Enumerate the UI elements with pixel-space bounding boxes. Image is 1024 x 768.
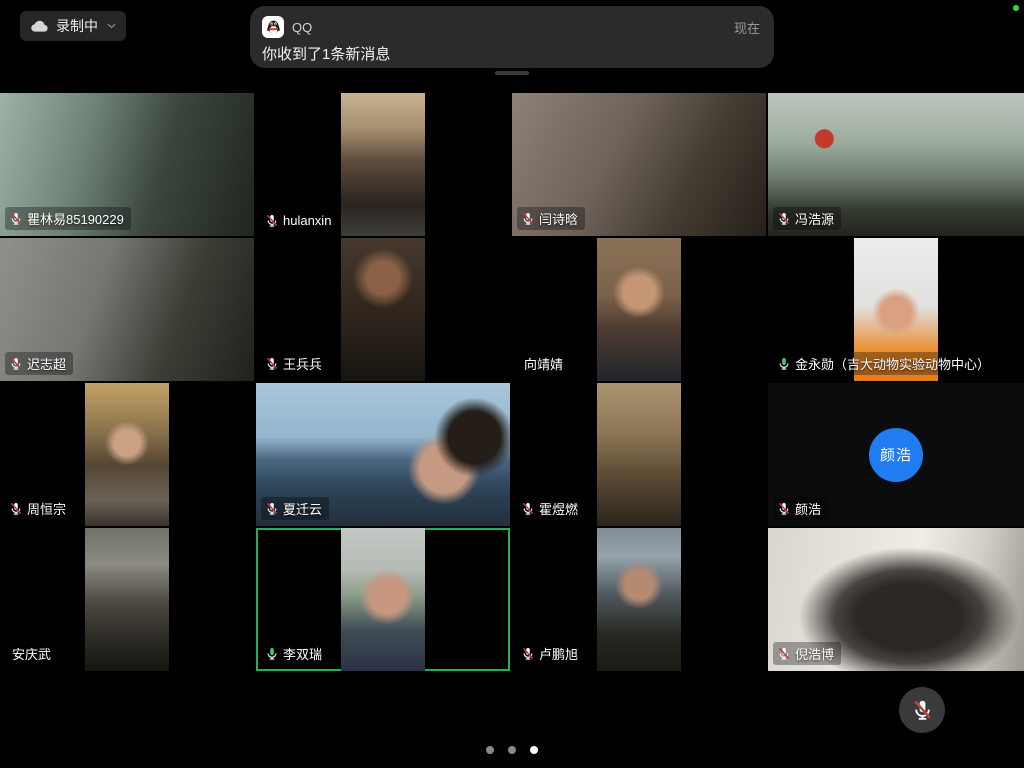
participant-name: 迟志超 (27, 354, 66, 373)
participant-name: 瞿林易85190229 (27, 209, 124, 228)
pagination (0, 741, 1024, 759)
participant-tile[interactable]: 冯浩源 (768, 93, 1024, 236)
mic-muted-icon (777, 647, 791, 661)
mic-muted-icon (521, 647, 535, 661)
participant-label: 颜浩 (773, 497, 828, 520)
participant-label: 夏迁云 (261, 497, 329, 520)
mic-muted-icon (521, 502, 535, 516)
participant-tile[interactable]: 瞿林易85190229 (0, 93, 254, 236)
participant-name: 金永勋（吉大动物实验动物中心） (795, 354, 990, 373)
page-dot[interactable] (508, 746, 516, 754)
qq-notification-banner[interactable]: QQ 现在 你收到了1条新消息 (250, 6, 774, 68)
participant-label: 安庆武 (5, 642, 58, 665)
participant-tile[interactable]: 金永勋（吉大动物实验动物中心） (768, 238, 1024, 381)
participant-tile[interactable]: 倪浩博 (768, 528, 1024, 671)
participant-tile[interactable]: 周恒宗 (0, 383, 254, 526)
participant-name: 卢鹏旭 (539, 644, 578, 663)
participant-tile[interactable]: 夏迁云 (256, 383, 510, 526)
notification-app-name: QQ (292, 20, 726, 35)
notification-time: 现在 (734, 18, 760, 37)
mic-muted-icon (9, 502, 23, 516)
participant-tile[interactable]: 颜浩 颜浩 (768, 383, 1024, 526)
participant-name: 安庆武 (12, 644, 51, 663)
participant-name: 霍煜燃 (539, 499, 578, 518)
participant-tile[interactable]: 闫诗晗 (512, 93, 766, 236)
recording-indicator[interactable]: 录制中 (20, 11, 126, 41)
participant-label: 瞿林易85190229 (5, 207, 131, 230)
participant-label: 金永勋（吉大动物实验动物中心） (773, 352, 997, 375)
participant-label: 闫诗晗 (517, 207, 585, 230)
mic-muted-icon (9, 212, 23, 226)
video-feed (341, 93, 425, 236)
video-feed (85, 528, 169, 671)
mic-muted-icon (265, 214, 279, 228)
video-feed (341, 238, 425, 381)
participant-name: 周恒宗 (27, 499, 66, 518)
participant-tile[interactable]: 向靖婧 (512, 238, 766, 381)
recording-label: 录制中 (56, 16, 98, 36)
cloud-recording-icon (30, 20, 49, 33)
mic-on-icon (777, 357, 791, 371)
participant-tile-active-speaker[interactable]: 李双瑞 (256, 528, 510, 671)
meeting-window: 录制中 QQ 现在 你收到了1条新消息 瞿林易85190229 hulanxin (0, 0, 1024, 768)
page-dot-active[interactable] (530, 746, 538, 754)
participant-name: 颜浩 (795, 499, 821, 518)
video-feed (85, 383, 169, 526)
chevron-down-icon (107, 23, 116, 29)
qq-app-icon (262, 16, 284, 38)
mic-muted-icon (777, 502, 791, 516)
mic-muted-icon (265, 502, 279, 516)
participant-tile[interactable]: 安庆武 (0, 528, 254, 671)
participant-tile[interactable]: 王兵兵 (256, 238, 510, 381)
participant-label: 王兵兵 (261, 352, 329, 375)
participant-name: 李双瑞 (283, 644, 322, 663)
mic-on-icon (265, 647, 279, 661)
video-feed (597, 528, 681, 671)
mute-toggle-button[interactable] (899, 687, 945, 733)
notification-grabber (495, 71, 529, 75)
participant-label: 卢鹏旭 (517, 642, 585, 665)
mic-muted-icon (777, 212, 791, 226)
video-feed (597, 238, 681, 381)
mic-muted-icon (521, 212, 535, 226)
participant-label: 霍煜燃 (517, 497, 585, 520)
participant-name: 倪浩博 (795, 644, 834, 663)
participant-name: 夏迁云 (283, 499, 322, 518)
participant-tile[interactable]: 卢鹏旭 (512, 528, 766, 671)
participant-label: 李双瑞 (261, 642, 329, 665)
participant-label: hulanxin (261, 211, 338, 230)
avatar: 颜浩 (869, 428, 923, 482)
participant-label: 迟志超 (5, 352, 73, 375)
mic-muted-icon (911, 699, 934, 722)
participant-name: 冯浩源 (795, 209, 834, 228)
mic-muted-icon (265, 357, 279, 371)
participant-name: 王兵兵 (283, 354, 322, 373)
participant-grid: 瞿林易85190229 hulanxin 闫诗晗 冯浩源 (0, 93, 1024, 671)
participant-tile[interactable]: 霍煜燃 (512, 383, 766, 526)
participant-label: 冯浩源 (773, 207, 841, 230)
mic-muted-icon (9, 357, 23, 371)
participant-name: hulanxin (283, 213, 331, 228)
participant-label: 向靖婧 (517, 352, 570, 375)
participant-name: 闫诗晗 (539, 209, 578, 228)
participant-tile[interactable]: 迟志超 (0, 238, 254, 381)
camera-active-indicator (1013, 5, 1019, 11)
video-feed (597, 383, 681, 526)
video-feed (341, 528, 425, 671)
participant-label: 周恒宗 (5, 497, 73, 520)
page-dot[interactable] (486, 746, 494, 754)
participant-tile[interactable]: hulanxin (256, 93, 510, 236)
notification-message: 你收到了1条新消息 (262, 43, 760, 64)
participant-name: 向靖婧 (524, 354, 563, 373)
participant-label: 倪浩博 (773, 642, 841, 665)
